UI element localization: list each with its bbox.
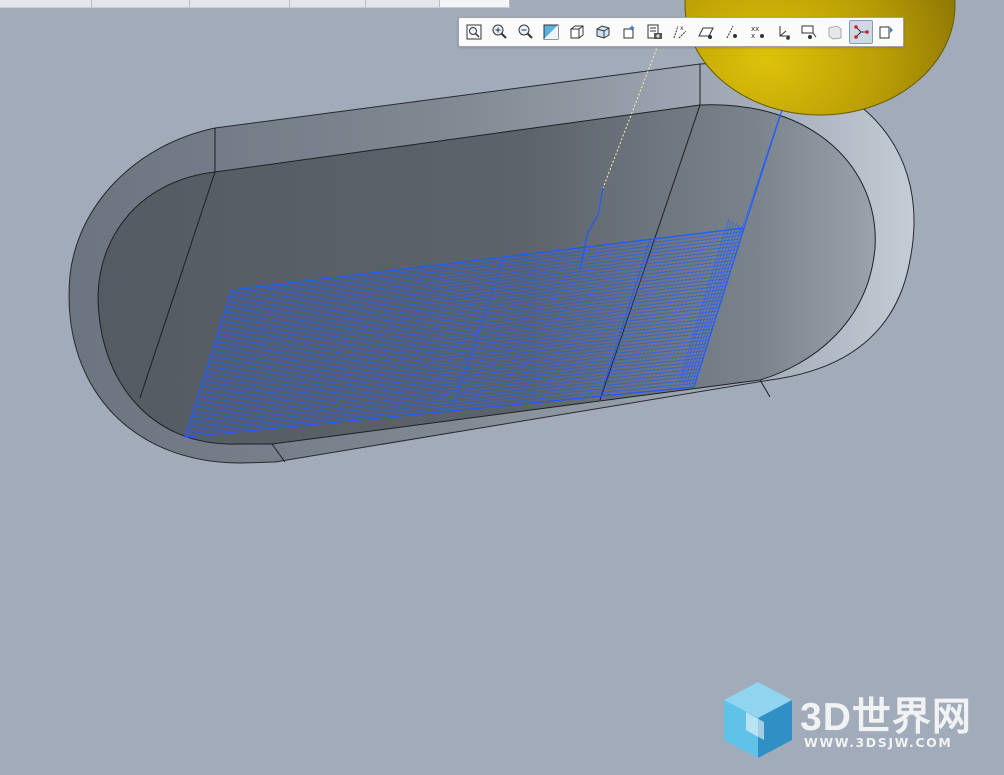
spin-center-icon[interactable] (823, 20, 847, 44)
point-display-icon[interactable]: xx x (746, 20, 770, 44)
svg-text:x: x (751, 32, 755, 40)
saved-views-icon[interactable] (591, 20, 615, 44)
zoom-in-icon[interactable] (488, 20, 512, 44)
toolpath-display-icon[interactable] (848, 20, 873, 44)
svg-text:x: x (680, 25, 684, 32)
perspective-icon[interactable] (643, 20, 667, 44)
datum-display-icon[interactable]: x (668, 20, 692, 44)
graphics-toolbar: x xx x (458, 17, 904, 47)
plane-display-icon[interactable] (694, 20, 718, 44)
zoom-fit-icon[interactable] (462, 20, 486, 44)
watermark-brand: 3D世界网 (800, 696, 972, 739)
csys-display-icon[interactable] (772, 20, 796, 44)
site-watermark: 3D世界网 WWW.3DSJW.COM (718, 678, 988, 762)
view-manager-icon[interactable] (617, 20, 641, 44)
annotation-display-icon[interactable] (797, 20, 821, 44)
play-path-icon[interactable] (875, 20, 899, 44)
axis-display-icon[interactable] (720, 20, 744, 44)
display-style-icon[interactable] (565, 20, 589, 44)
zoom-out-icon[interactable] (514, 20, 538, 44)
cube-logo-icon (724, 682, 792, 758)
graphics-viewport[interactable] (0, 0, 1004, 775)
watermark-url: WWW.3DSJW.COM (804, 735, 953, 750)
repaint-icon[interactable] (539, 20, 563, 44)
